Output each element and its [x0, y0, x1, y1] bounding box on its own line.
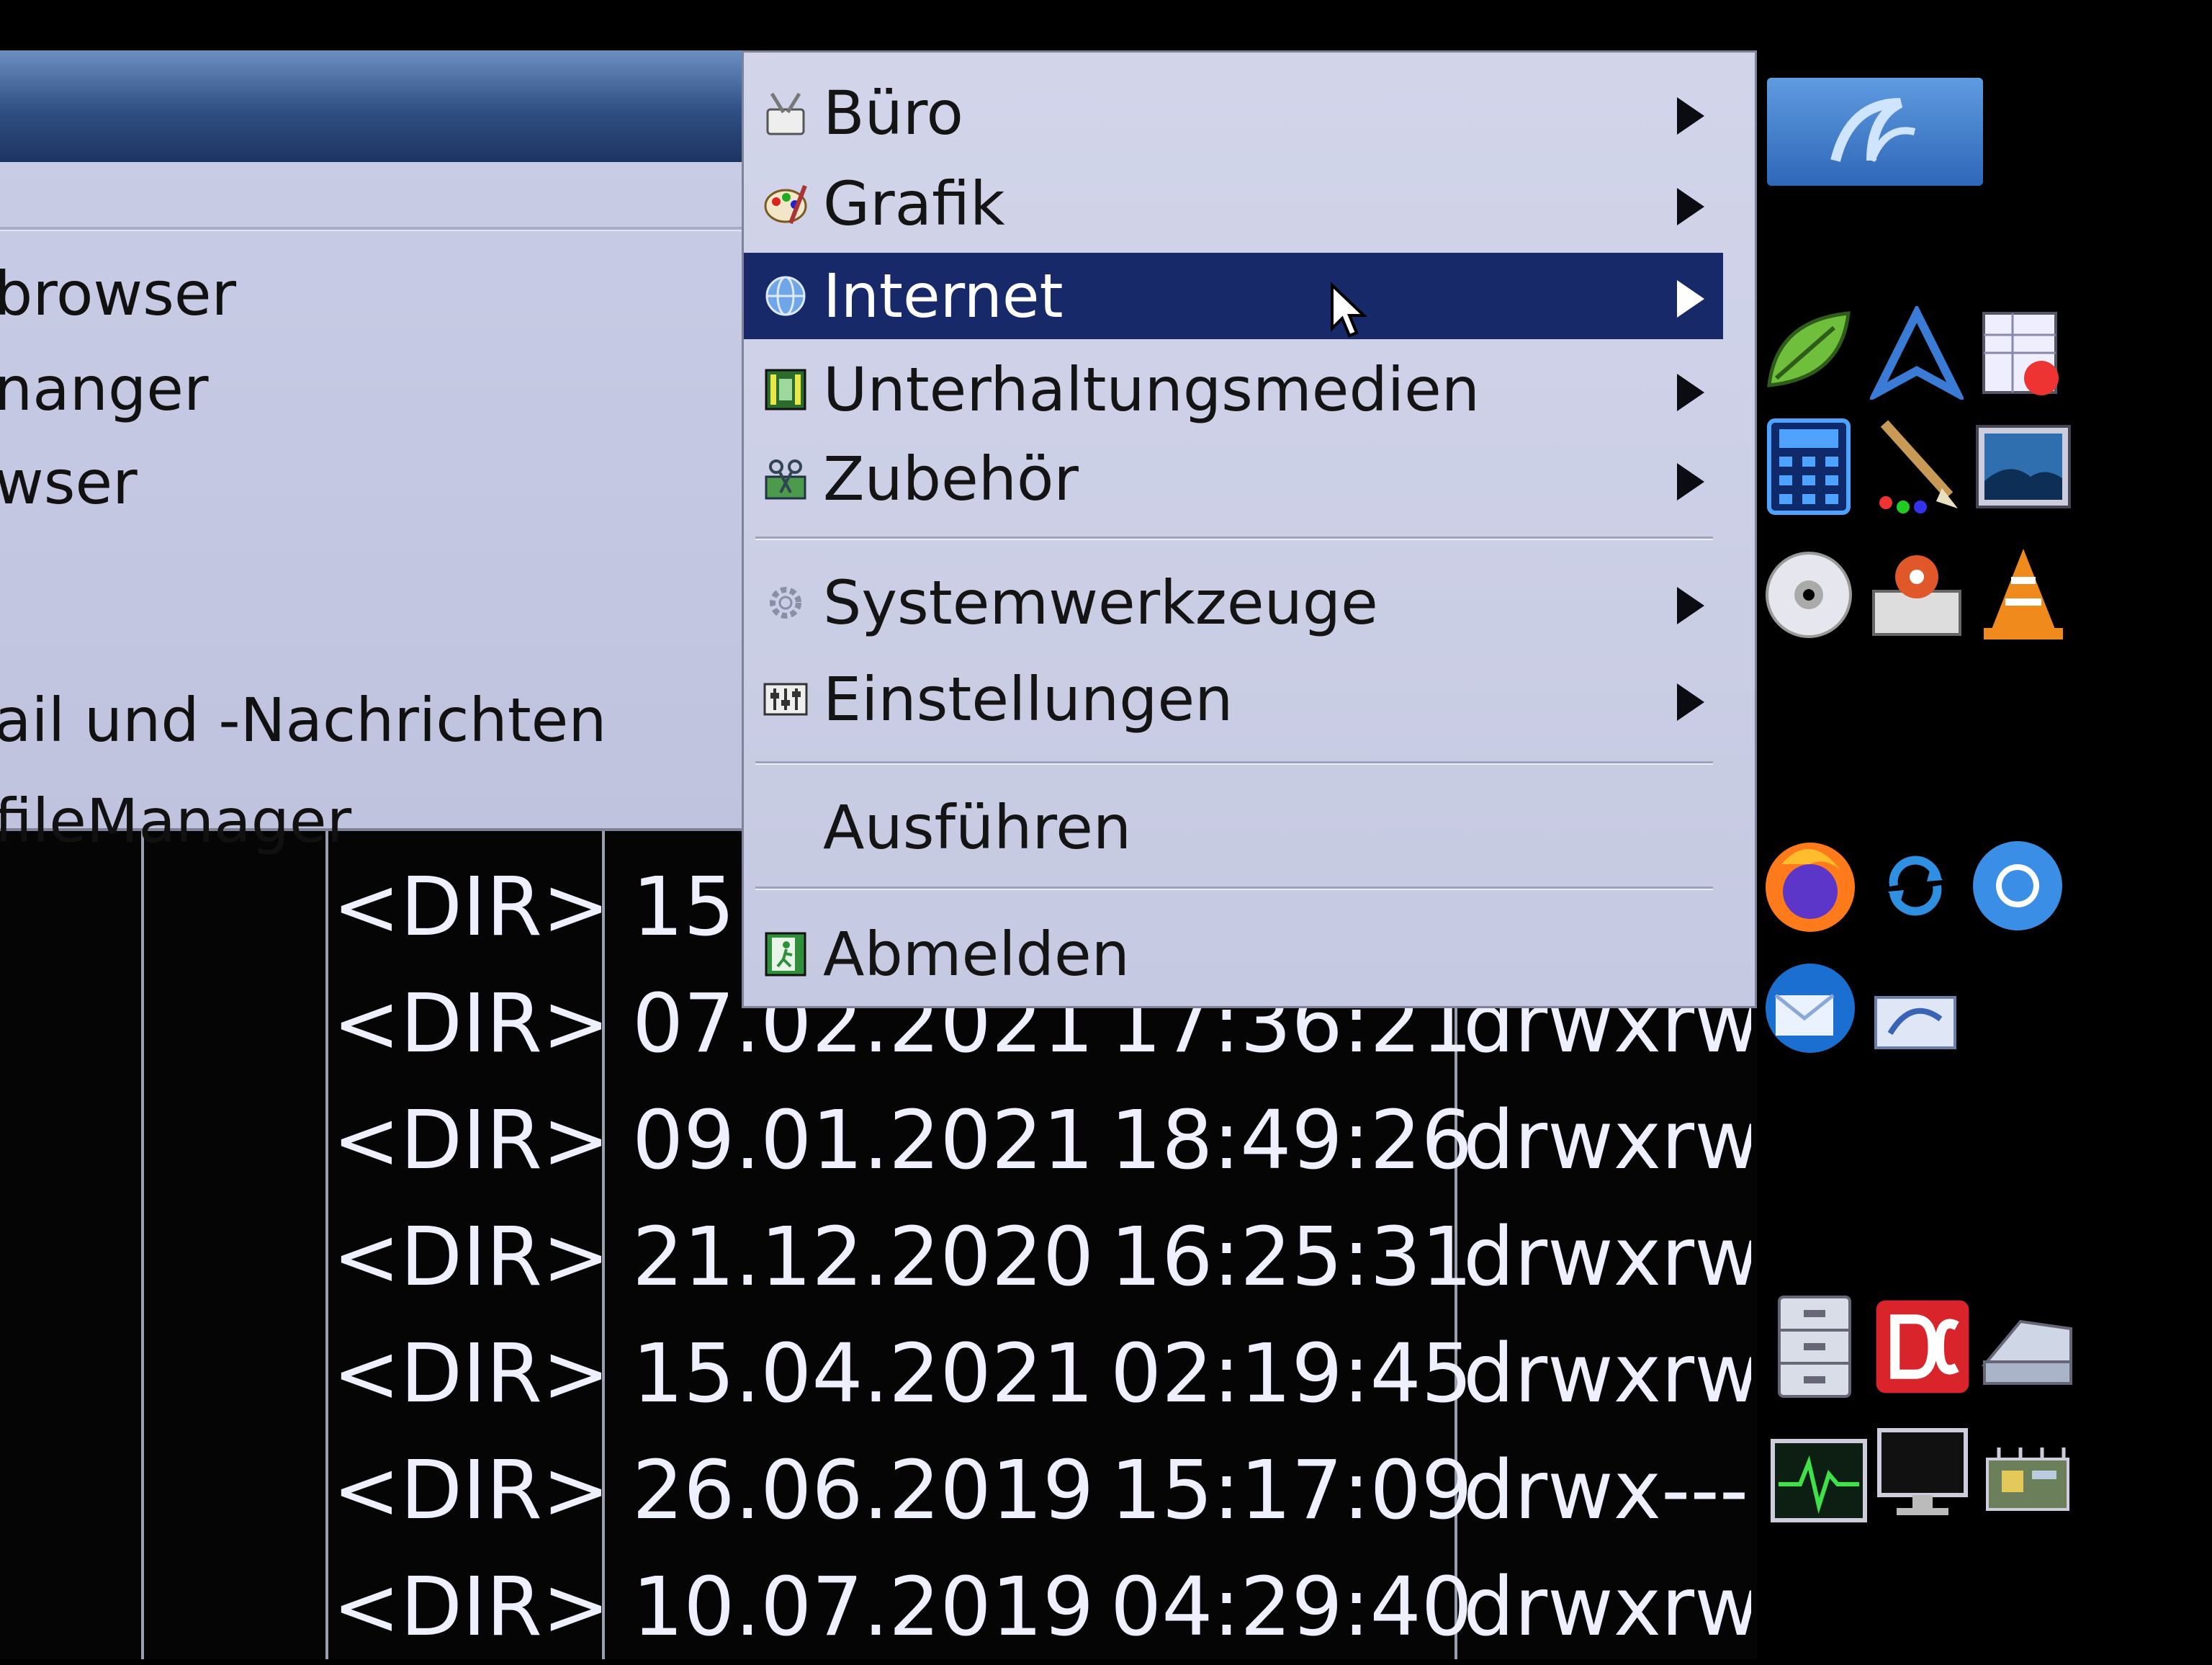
paint-brush-icon[interactable]	[1866, 416, 1967, 517]
system-monitor-icon[interactable]	[1768, 1430, 1869, 1531]
calculator-icon[interactable]	[1758, 416, 1859, 517]
mouse-cursor-icon	[1331, 282, 1367, 338]
row-type: <DIR>	[333, 1094, 610, 1188]
row-type: <DIR>	[333, 1444, 610, 1538]
row-perms: drwx---	[1463, 1444, 1749, 1538]
launcher-panel	[1757, 0, 2212, 1659]
hardware-info-icon[interactable]	[1977, 1430, 2078, 1531]
menu-item-abmelden[interactable]: Abmelden	[744, 911, 1723, 997]
firefox-icon[interactable]	[1760, 835, 1861, 936]
internet-submenu: browser nanger wser ail und -Nachrichten…	[0, 50, 744, 856]
table-row[interactable]: <DIR> 15.04.2021 02:19:45 drwxrw	[0, 1316, 1757, 1432]
multimedia-icon	[760, 364, 811, 416]
row-perms: drwxrw	[1463, 1327, 1751, 1421]
leafpad-icon[interactable]	[1758, 302, 1859, 403]
menu-item-unterhaltungsmedien[interactable]: Unterhaltungsmedien	[744, 346, 1723, 433]
submenu-arrow-icon	[1677, 188, 1704, 225]
submenu-arrow-icon	[1677, 374, 1704, 411]
row-date: 10.07.2019	[632, 1561, 1094, 1654]
thunderbird-icon[interactable]	[1760, 958, 1861, 1059]
submenu-item-manager[interactable]: nanger	[0, 346, 209, 432]
row-type: <DIR>	[333, 1327, 610, 1421]
application-menu: Büro Grafik Internet Unterhaltungsmedien…	[742, 50, 1757, 1008]
sync-icon[interactable]	[1865, 835, 1966, 936]
row-date: 09.01.2021	[632, 1094, 1094, 1188]
submenu-item-browser[interactable]: browser	[0, 251, 236, 337]
row-time: 15:17:09	[1110, 1444, 1473, 1538]
table-row[interactable]: <DIR> 26.06.2019 15:17:09 drwx---	[0, 1433, 1757, 1548]
menu-item-zubehoer[interactable]: Zubehör	[744, 436, 1723, 522]
menu-separator	[755, 537, 1713, 540]
network-icon[interactable]	[1865, 972, 1966, 1073]
file-cabinet-icon[interactable]	[1764, 1296, 1865, 1398]
submenu-arrow-icon	[1677, 97, 1704, 135]
submenu-item-browser-2[interactable]: wser	[0, 439, 138, 526]
row-type: <DIR>	[333, 1211, 610, 1304]
row-date: 15.04.2021	[632, 1327, 1094, 1421]
submenu-separator	[0, 227, 742, 231]
menu-item-buero[interactable]: Büro	[744, 70, 1723, 156]
row-time: 02:19:45	[1110, 1327, 1473, 1421]
row-time: 16:25:31	[1110, 1211, 1473, 1304]
globe-icon	[760, 270, 811, 322]
submenu-arrow-icon	[1677, 587, 1704, 624]
disc-burner-icon[interactable]	[1758, 544, 1859, 645]
logout-icon	[760, 928, 811, 980]
doublecmd-icon[interactable]	[1872, 1296, 1973, 1397]
distro-logo-icon[interactable]	[1767, 78, 1983, 186]
submenu-item-filemanager[interactable]: fileManager	[0, 778, 351, 864]
row-perms: drwxrw	[1463, 1211, 1751, 1304]
office-icon	[760, 87, 811, 139]
disk-tool-icon[interactable]	[1866, 544, 1967, 645]
settings-icon	[760, 673, 811, 725]
archlinux-icon[interactable]	[1866, 302, 1967, 403]
menu-item-ausfuehren[interactable]: Ausführen	[744, 784, 1723, 871]
table-row[interactable]: <DIR> 09.01.2021 18:49:26 drwxrw	[0, 1083, 1757, 1198]
submenu-arrow-icon	[1677, 463, 1704, 501]
row-time: 18:49:26	[1110, 1094, 1473, 1188]
row-time: 04:29:40	[1110, 1561, 1473, 1654]
row-date: 21.12.2020	[632, 1211, 1094, 1304]
submenu-item-mail[interactable]: ail und -Nachrichten	[0, 677, 607, 763]
submenu-arrow-icon	[1677, 683, 1704, 721]
table-row[interactable]: <DIR> 10.07.2019 04:29:40 drwxrw	[0, 1550, 1757, 1665]
row-date: 26.06.2019	[632, 1444, 1094, 1538]
menu-item-einstellungen[interactable]: Einstellungen	[744, 656, 1723, 742]
submenu-arrow-icon	[1677, 280, 1704, 318]
row-perms: drwxrw	[1463, 1094, 1751, 1188]
gear-icon	[760, 577, 811, 629]
chromium-icon[interactable]	[1967, 835, 2068, 936]
menu-item-internet[interactable]: Internet	[744, 253, 1723, 339]
menu-item-systemwerkzeuge[interactable]: Systemwerkzeuge	[744, 560, 1723, 646]
row-date: 15	[632, 861, 735, 954]
submenu-header	[0, 50, 742, 162]
menu-item-grafik[interactable]: Grafik	[744, 161, 1723, 247]
menu-separator	[755, 761, 1713, 765]
table-row[interactable]: <DIR> 21.12.2020 16:25:31 drwxrw	[0, 1200, 1757, 1315]
row-type: <DIR>	[333, 861, 610, 954]
row-type: <DIR>	[333, 977, 610, 1071]
disk-mount-icon[interactable]	[1977, 1296, 2078, 1397]
accessories-icon	[760, 453, 811, 505]
row-type: <DIR>	[333, 1561, 610, 1654]
image-viewer-icon[interactable]	[1973, 416, 2074, 517]
display-settings-icon[interactable]	[1872, 1423, 1973, 1524]
vlc-icon[interactable]	[1973, 544, 2074, 645]
spreadsheet-icon[interactable]	[1973, 302, 2074, 403]
row-perms: drwxrw	[1463, 1561, 1751, 1654]
menu-separator	[755, 887, 1713, 890]
graphics-icon	[760, 178, 811, 230]
